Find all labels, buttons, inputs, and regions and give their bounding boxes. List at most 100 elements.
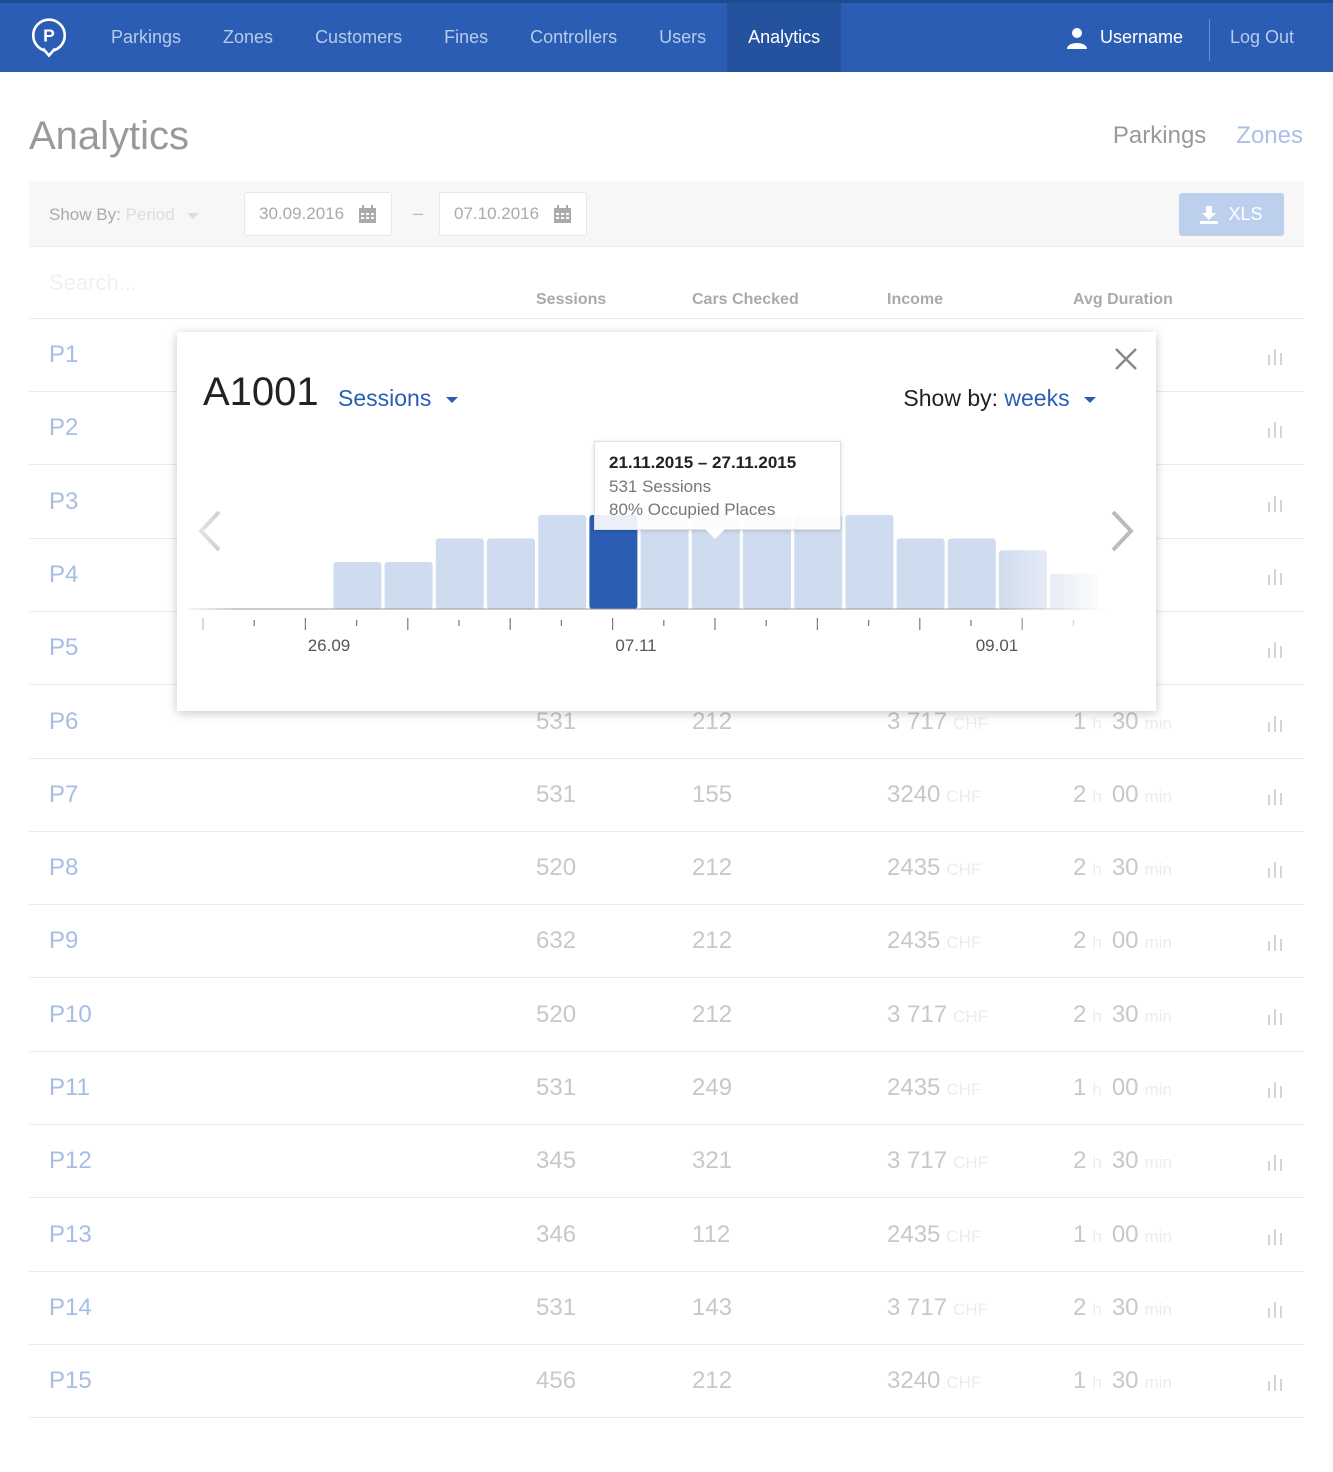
row-name[interactable]: P9 (49, 927, 78, 955)
bar-chart-icon[interactable] (1267, 420, 1283, 439)
bar-chart-icon[interactable] (1267, 1227, 1283, 1245)
table-row[interactable]: P7 531 155 3240 CHF 2 h 00 min (29, 759, 1304, 832)
currency-unit: CHF (946, 1226, 982, 1246)
export-xls-label: XLS (1228, 204, 1263, 224)
minutes-unit: min (1144, 860, 1172, 880)
row-cars-checked: 212 (692, 707, 733, 735)
bar-chart-icon[interactable] (1267, 933, 1283, 952)
date-to-field[interactable]: 07.10.2016 (439, 192, 588, 236)
row-name[interactable]: P14 (49, 1294, 92, 1322)
row-name[interactable]: P1 (49, 341, 78, 369)
column-header-sessions[interactable]: Sessions (536, 291, 606, 309)
table-row[interactable]: P8 520 212 2435 CHF 2 h 30 min (29, 832, 1304, 906)
nav-item-users[interactable]: Users (638, 3, 727, 72)
nav-item-fines[interactable]: Fines (423, 3, 509, 72)
minutes-unit: min (1144, 1373, 1172, 1393)
nav-item-zones[interactable]: Zones (202, 3, 294, 72)
table-row[interactable]: P15 456 212 3240 CHF 1 h 30 min (29, 1345, 1304, 1419)
show-by-select[interactable]: Show By: Period (49, 205, 200, 225)
nav-item-analytics[interactable]: Analytics (727, 3, 842, 72)
date-from-value: 30.09.2016 (259, 204, 345, 223)
bar-chart-icon[interactable] (1267, 787, 1283, 805)
chart-bar[interactable] (947, 538, 996, 610)
row-minutes: 00 (1111, 1074, 1139, 1101)
nav-item-parkings[interactable]: Parkings (90, 3, 202, 72)
column-header-avg-duration[interactable]: Avg Duration (1073, 291, 1173, 309)
hours-unit: h (1092, 786, 1102, 806)
row-name[interactable]: P13 (49, 1221, 92, 1249)
chart-bar[interactable] (435, 538, 484, 610)
row-income: 3 717 CHF (887, 1147, 988, 1175)
row-name[interactable]: P6 (49, 708, 78, 736)
export-xls-button[interactable]: XLS (1179, 193, 1284, 236)
minutes-unit: min (1144, 786, 1172, 806)
show-by-label: Show By: (49, 205, 121, 224)
bar-chart-icon[interactable] (1267, 1300, 1283, 1318)
tooltip-sessions: 531 Sessions (609, 477, 712, 496)
currency-unit: CHF (946, 786, 982, 806)
row-minutes: 30 (1111, 707, 1139, 735)
bar-chart-icon[interactable] (1267, 1007, 1283, 1025)
table-row[interactable]: P11 531 249 2435 CHF 1 h 00 min (29, 1052, 1304, 1125)
row-name[interactable]: P12 (49, 1147, 92, 1175)
table-row[interactable]: P12 345 321 3 717 CHF 2 h 30 min (29, 1125, 1304, 1199)
bar-chart-icon[interactable] (1267, 1153, 1283, 1172)
row-minutes: 30 (1111, 1000, 1139, 1028)
logout-link[interactable]: Log Out (1230, 3, 1294, 72)
date-from-field[interactable]: 30.09.2016 (244, 192, 393, 236)
table-row[interactable]: P9 632 212 2435 CHF 2 h 00 min (29, 905, 1304, 979)
user-menu[interactable]: Username (1066, 3, 1183, 72)
page-title: Analytics (29, 114, 190, 158)
hours-unit: h (1092, 860, 1102, 880)
chart-bar[interactable] (384, 562, 433, 609)
user-icon (1067, 27, 1087, 49)
nav-item-controllers[interactable]: Controllers (509, 3, 638, 72)
logo-icon[interactable]: P (28, 17, 70, 59)
chart-bar[interactable] (538, 515, 587, 609)
bar-chart-icon[interactable] (1267, 860, 1283, 879)
row-name[interactable]: P7 (49, 781, 78, 809)
row-avg-duration: 2 h 30 min (1073, 1294, 1172, 1322)
row-income: 3 717 CHF (887, 708, 988, 736)
column-header-income[interactable]: Income (887, 291, 943, 309)
row-cars-checked: 112 (692, 1220, 731, 1248)
minutes-unit: min (1144, 1080, 1172, 1099)
row-name[interactable]: P15 (49, 1367, 92, 1395)
view-tab-zones[interactable]: Zones (1236, 122, 1303, 150)
table-row[interactable]: P14 531 143 3 717 CHF 2 h 30 min (29, 1272, 1304, 1345)
chart-bar[interactable] (333, 562, 382, 609)
search-input[interactable]: Search... (49, 270, 137, 296)
currency-unit: CHF (953, 1153, 989, 1173)
calendar-icon (554, 204, 572, 223)
row-name[interactable]: P8 (49, 854, 78, 882)
bar-chart-icon[interactable] (1267, 1080, 1283, 1098)
bar-chart-icon[interactable] (1267, 714, 1283, 732)
row-name[interactable]: P10 (49, 1001, 92, 1029)
row-sessions: 520 (536, 1000, 577, 1028)
bar-chart-icon[interactable] (1267, 347, 1283, 365)
view-tab-parkings[interactable]: Parkings (1113, 122, 1206, 150)
row-name[interactable]: P11 (49, 1074, 90, 1102)
chart-bar[interactable] (896, 538, 945, 610)
row-hours: 1 (1073, 1367, 1087, 1395)
table-row[interactable]: P13 346 112 2435 CHF 1 h 00 min (29, 1199, 1304, 1272)
row-sessions: 531 (536, 1293, 577, 1321)
row-name[interactable]: P3 (49, 488, 78, 516)
row-name[interactable]: P2 (49, 414, 78, 442)
bar-chart-icon[interactable] (1267, 1373, 1283, 1392)
chart-bar[interactable] (487, 538, 535, 610)
column-header-cars-checked[interactable]: Cars Checked (692, 291, 799, 309)
bar-chart-icon[interactable] (1267, 640, 1283, 659)
bar-chart-icon[interactable] (1267, 567, 1283, 585)
chart-bar[interactable] (845, 515, 894, 609)
table-row[interactable]: P10 520 212 3 717 CHF 2 h 30 min (29, 979, 1304, 1052)
currency-unit: CHF (946, 1080, 982, 1099)
row-name[interactable]: P5 (49, 634, 78, 662)
row-cars-checked: 212 (692, 1367, 733, 1395)
row-cars-checked: 212 (692, 927, 733, 955)
chart-tick-label: 07.11 (615, 636, 656, 655)
row-hours: 2 (1073, 1147, 1087, 1175)
bar-chart-icon[interactable] (1267, 494, 1283, 512)
nav-item-customers[interactable]: Customers (294, 3, 423, 72)
row-name[interactable]: P4 (49, 561, 78, 589)
